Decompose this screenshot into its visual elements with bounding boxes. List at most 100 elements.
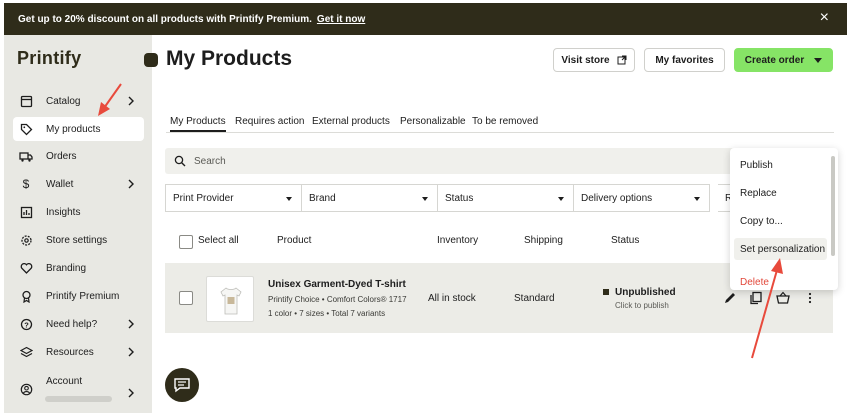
sidebar-item-resources[interactable]: Resources xyxy=(13,340,144,364)
product-thumbnail[interactable] xyxy=(206,276,254,322)
account-email-redacted xyxy=(45,396,112,402)
filter-brand[interactable]: Brand xyxy=(301,184,437,212)
filter-status[interactable]: Status xyxy=(437,184,573,212)
status-badge: Unpublished xyxy=(615,287,676,298)
chevron-right-icon xyxy=(128,347,134,357)
sidebar-item-wallet[interactable]: $ Wallet xyxy=(13,172,144,196)
column-product: Product xyxy=(277,235,312,246)
chevron-right-icon xyxy=(128,388,134,398)
sidebar-item-catalog[interactable]: Catalog xyxy=(13,89,144,113)
create-order-button[interactable]: Create order xyxy=(734,48,833,72)
sidebar-item-label: Branding xyxy=(46,262,87,274)
chevron-right-icon xyxy=(128,96,134,106)
product-inventory: All in stock xyxy=(428,293,476,304)
menu-item-delete[interactable]: Delete xyxy=(734,271,827,293)
tab-my-products[interactable]: My Products xyxy=(170,116,226,132)
menu-scrollbar[interactable] xyxy=(831,156,835,256)
filter-delivery-options[interactable]: Delivery options xyxy=(573,184,710,212)
caret-down-icon xyxy=(814,57,823,63)
filter-label: Brand xyxy=(309,192,336,204)
menu-item-publish[interactable]: Publish xyxy=(734,154,827,176)
sidebar-item-label: Wallet xyxy=(46,178,74,190)
user-icon xyxy=(19,382,33,396)
visit-store-label: Visit store xyxy=(561,54,610,66)
filter-label: Delivery options xyxy=(581,192,653,204)
column-inventory: Inventory xyxy=(437,235,479,246)
close-icon[interactable]: × xyxy=(820,10,829,26)
search-icon xyxy=(174,155,186,167)
column-status: Status xyxy=(611,235,640,246)
sidebar-item-need-help[interactable]: ? Need help? xyxy=(13,312,144,336)
duplicate-icon[interactable] xyxy=(749,291,763,305)
product-provider: Printify Choice • Comfort Colors® 1717 xyxy=(268,295,407,304)
store-icon xyxy=(144,53,158,67)
tab-external-products[interactable]: External products xyxy=(312,116,390,127)
external-link-icon xyxy=(617,55,627,65)
select-all-label: Select all xyxy=(198,235,239,246)
help-icon: ? xyxy=(19,317,33,331)
page-title: My Products xyxy=(166,47,293,70)
status-indicator xyxy=(603,289,609,295)
chevron-right-icon xyxy=(128,179,134,189)
sidebar-item-store-settings[interactable]: Store settings xyxy=(13,228,144,252)
column-shipping: Shipping xyxy=(524,235,563,246)
menu-item-copy-to[interactable]: Copy to... xyxy=(734,210,827,232)
menu-item-set-personalization[interactable]: Set personalization xyxy=(734,238,827,260)
more-options-icon[interactable] xyxy=(803,291,817,305)
sidebar-item-orders[interactable]: Orders xyxy=(13,144,144,168)
stack-icon xyxy=(19,345,33,359)
create-order-label: Create order xyxy=(744,54,805,66)
publish-link[interactable]: Click to publish xyxy=(615,301,669,310)
dollar-icon: $ xyxy=(22,177,30,191)
sidebar-item-label: Catalog xyxy=(46,95,81,107)
tab-to-be-removed[interactable]: To be removed xyxy=(472,116,538,127)
chat-icon xyxy=(174,378,190,393)
promo-link[interactable]: Get it now xyxy=(317,14,365,25)
caret-down-icon xyxy=(694,197,700,201)
promo-banner: Get up to 20% discount on all products w… xyxy=(4,3,847,35)
sidebar-item-printify-premium[interactable]: Printify Premium xyxy=(13,284,144,308)
sidebar-item-branding[interactable]: Branding xyxy=(13,256,144,280)
gear-icon xyxy=(19,233,33,247)
promo-text: Get up to 20% discount on all products w… xyxy=(18,13,312,25)
edit-pencil-icon[interactable] xyxy=(723,291,737,305)
chevron-right-icon xyxy=(128,319,134,329)
sidebar-item-label: Resources xyxy=(46,346,94,358)
select-all-checkbox[interactable] xyxy=(179,235,193,249)
product-tabs: My Products Requires action External pro… xyxy=(166,113,834,133)
caret-down-icon xyxy=(286,197,292,201)
sidebar-item-label: Store settings xyxy=(46,234,108,246)
caret-down-icon xyxy=(422,197,428,201)
tag-icon xyxy=(19,122,33,136)
badge-icon xyxy=(19,289,33,303)
basket-icon[interactable] xyxy=(776,291,790,305)
heart-icon xyxy=(19,261,33,275)
filter-label: Print Provider xyxy=(173,192,234,204)
tab-requires-action[interactable]: Requires action xyxy=(235,116,304,127)
sidebar-item-label: Insights xyxy=(46,206,81,218)
filter-label: Status xyxy=(445,192,474,204)
search-placeholder: Search xyxy=(194,155,226,167)
sidebar-item-my-products[interactable]: My products xyxy=(13,117,144,141)
menu-item-replace[interactable]: Replace xyxy=(734,182,827,204)
product-actions-menu: Publish Replace Copy to... Set personali… xyxy=(730,148,838,290)
product-shipping: Standard xyxy=(514,293,555,304)
product-name[interactable]: Unisex Garment-Dyed T-shirt xyxy=(268,279,406,290)
my-favorites-button[interactable]: My favorites xyxy=(644,48,725,72)
tab-personalizable[interactable]: Personalizable xyxy=(400,116,466,127)
sidebar: Printify Catalog My products Orders $ Wa… xyxy=(4,35,152,413)
chart-icon xyxy=(19,205,33,219)
catalog-icon xyxy=(19,94,33,108)
sidebar-item-label: Orders xyxy=(46,150,77,162)
filter-print-provider[interactable]: Print Provider xyxy=(165,184,301,212)
chat-button[interactable] xyxy=(165,368,199,402)
sidebar-item-label: Printify Premium xyxy=(46,290,120,302)
caret-down-icon xyxy=(558,197,564,201)
tshirt-icon xyxy=(220,287,242,315)
sidebar-item-insights[interactable]: Insights xyxy=(13,200,144,224)
printify-logo[interactable]: Printify xyxy=(17,48,81,69)
sidebar-item-label: My products xyxy=(46,123,101,135)
row-checkbox[interactable] xyxy=(179,291,193,305)
visit-store-button[interactable]: Visit store xyxy=(553,48,635,72)
svg-text:?: ? xyxy=(24,320,29,329)
